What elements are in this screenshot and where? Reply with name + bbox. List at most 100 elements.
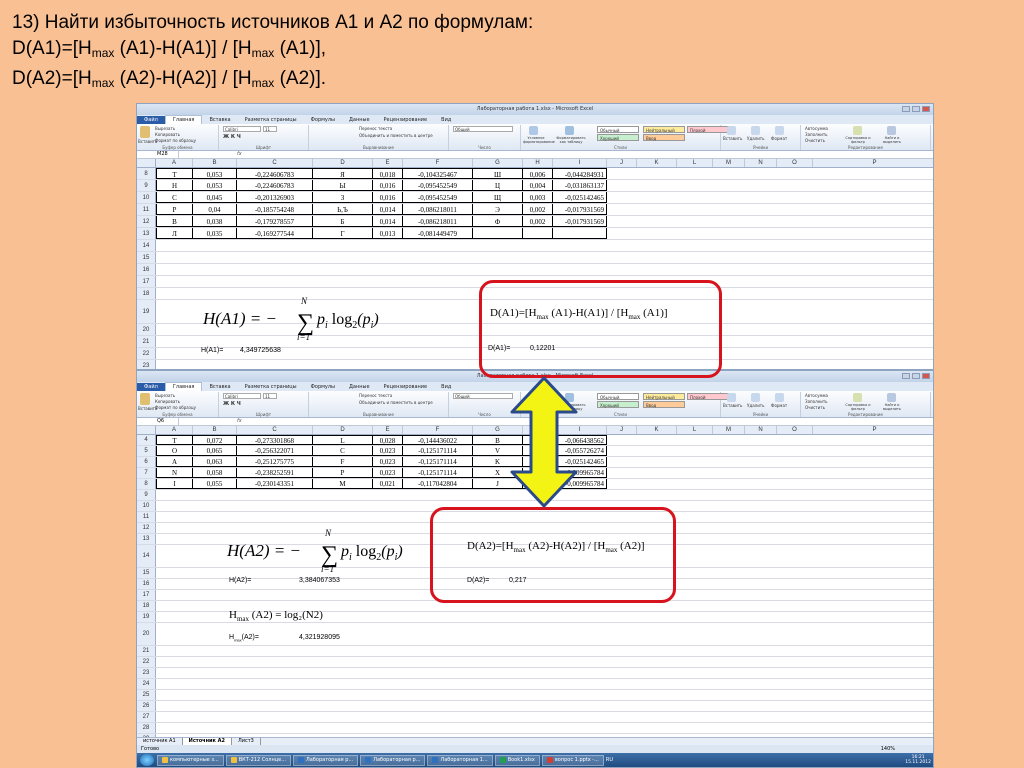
column-header[interactable]: B [193, 159, 237, 167]
table-cell[interactable]: M [313, 479, 373, 489]
table-cell[interactable]: В [156, 216, 193, 227]
style-swatch[interactable]: Нейтральный [643, 126, 685, 133]
row-number[interactable]: 15 [137, 252, 156, 263]
column-header[interactable]: J [607, 426, 637, 434]
column-header[interactable]: M [713, 426, 745, 434]
table-cell[interactable]: Т [156, 168, 193, 179]
table-cell[interactable]: 0,014 [373, 204, 403, 215]
table-cell[interactable]: 0,045 [193, 192, 237, 203]
table-cell[interactable]: Я [313, 168, 373, 179]
table-cell[interactable]: 0,023 [373, 468, 403, 478]
table-cell[interactable]: Э [473, 204, 523, 215]
table-cell[interactable] [553, 228, 607, 239]
row-number[interactable]: 12 [137, 523, 156, 533]
font-name-field[interactable]: Calibri [223, 393, 261, 399]
conditional-format-icon[interactable] [529, 126, 538, 135]
style-swatch[interactable]: Хороший [597, 401, 639, 408]
table-cell[interactable]: -0,256322071 [237, 446, 313, 456]
bold-button[interactable]: Ж К Ч [223, 401, 241, 407]
table-cell[interactable]: Р [156, 204, 193, 215]
column-header[interactable]: B [193, 426, 237, 434]
table-cell[interactable]: -0,086218011 [403, 216, 473, 227]
binoculars-icon[interactable] [887, 393, 896, 402]
binoculars-icon[interactable] [887, 126, 896, 135]
font-size-field[interactable]: 11 [263, 126, 277, 132]
table-cell[interactable]: L [313, 435, 373, 445]
row-number[interactable]: 21 [137, 646, 156, 656]
cells-icon[interactable] [775, 126, 784, 135]
taskbar-button[interactable]: ВКТ-212 Солнце... [225, 754, 291, 766]
table-cell[interactable]: -0,238252591 [237, 468, 313, 478]
row-number[interactable]: 14 [137, 240, 156, 251]
row-number[interactable]: 24 [137, 679, 156, 689]
taskbar-button[interactable]: вопрос 1.pptx -... [541, 754, 604, 766]
table-cell[interactable]: -0,251275775 [237, 457, 313, 467]
table-cell[interactable]: 0,004 [523, 180, 553, 191]
row-number[interactable]: 27 [137, 712, 156, 722]
row-number[interactable]: 11 [137, 512, 156, 522]
table-cell[interactable]: -0,031863137 [553, 180, 607, 191]
table-cell[interactable]: Ц [473, 180, 523, 191]
table-cell[interactable]: -0,117042804 [403, 479, 473, 489]
table-cell[interactable]: T [156, 435, 193, 445]
table-cell[interactable]: -0,095452549 [403, 192, 473, 203]
table-cell[interactable]: 0,021 [373, 479, 403, 489]
row-number[interactable]: 14 [137, 545, 156, 567]
table-cell[interactable]: 0,016 [373, 180, 403, 191]
table-cell[interactable]: -0,179278557 [237, 216, 313, 227]
row-number[interactable]: 19 [137, 300, 156, 323]
table-cell[interactable]: O [156, 446, 193, 456]
table-cell[interactable]: С [156, 192, 193, 203]
zoom-level[interactable]: 140% [881, 745, 895, 753]
row-number[interactable]: 26 [137, 701, 156, 711]
table-cell[interactable] [523, 228, 553, 239]
column-header[interactable]: D [313, 426, 373, 434]
ribbon-tab[interactable]: Разметка страницы [238, 383, 304, 391]
table-cell[interactable]: 0,016 [373, 192, 403, 203]
row-number[interactable]: 10 [137, 501, 156, 511]
row-number[interactable]: 19 [137, 612, 156, 622]
column-header[interactable]: P [813, 159, 933, 167]
cells-icon[interactable] [727, 126, 736, 135]
edit-item[interactable]: Очистить [805, 138, 825, 143]
table-cell[interactable]: Щ [473, 192, 523, 203]
column-header[interactable]: I [553, 159, 607, 167]
table-cell[interactable]: -0,230143351 [237, 479, 313, 489]
cells-icon[interactable] [751, 126, 760, 135]
bold-button[interactable]: Ж К Ч [223, 134, 241, 140]
table-cell[interactable]: 0,058 [193, 468, 237, 478]
table-cell[interactable]: 0,035 [193, 228, 237, 239]
name-box[interactable]: Q6 [137, 418, 179, 425]
fx-icon[interactable]: fx [237, 151, 242, 158]
table-cell[interactable]: 0,063 [193, 457, 237, 467]
ribbon-tab[interactable]: Формулы [304, 383, 342, 391]
clipboard-item[interactable]: Формат по образцу [155, 405, 196, 410]
table-cell[interactable]: -0,201326903 [237, 192, 313, 203]
table-format-icon[interactable] [565, 126, 574, 135]
column-header[interactable]: F [403, 426, 473, 434]
ribbon-tab[interactable]: Вставка [202, 116, 237, 124]
table-cell[interactable]: -0,224606783 [237, 180, 313, 191]
table-cell[interactable]: 0,023 [373, 446, 403, 456]
cells-icon[interactable] [727, 393, 736, 402]
table-cell[interactable]: I [156, 479, 193, 489]
start-button-icon[interactable] [140, 754, 154, 766]
table-cell[interactable]: 0,055 [193, 479, 237, 489]
sheet-tab-active[interactable]: Источник A2 [182, 738, 233, 745]
table-cell[interactable] [473, 228, 523, 239]
ribbon-tab[interactable]: Файл [137, 116, 165, 124]
table-cell[interactable]: Ы [313, 180, 373, 191]
taskbar-button[interactable]: Лабораторная р... [360, 754, 426, 766]
table-cell[interactable]: 0,053 [193, 168, 237, 179]
column-header[interactable]: E [373, 159, 403, 167]
row-number[interactable]: 8 [137, 168, 156, 179]
ribbon-tab[interactable]: Данные [342, 116, 377, 124]
table-cell[interactable]: 0,002 [523, 216, 553, 227]
edit-item[interactable]: Автосумма [805, 393, 828, 398]
row-number[interactable]: 13 [137, 228, 156, 239]
table-cell[interactable]: 0,013 [373, 228, 403, 239]
table-cell[interactable]: 0,023 [373, 457, 403, 467]
table-cell[interactable]: N [156, 468, 193, 478]
taskbar-button[interactable]: Book1.xlsx [494, 754, 540, 766]
ribbon-tab[interactable]: Вид [434, 383, 458, 391]
